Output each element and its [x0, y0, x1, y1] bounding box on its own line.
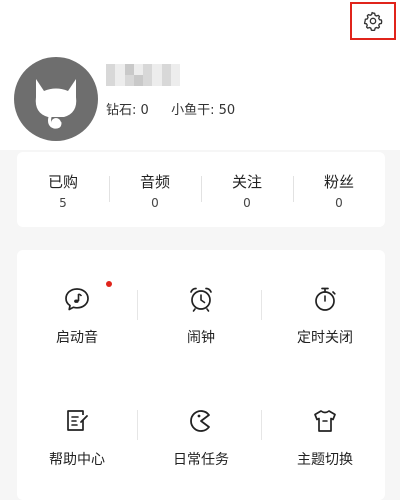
notification-dot	[106, 281, 112, 287]
diamond-value: 0	[140, 103, 149, 118]
timer-icon	[315, 287, 336, 311]
count-label: 粉丝	[323, 173, 354, 191]
tool-label: 定时关闭	[297, 330, 353, 346]
username-pixelated	[106, 64, 180, 86]
avatar[interactable]	[14, 57, 98, 141]
tool-label: 启动音	[56, 330, 98, 346]
counts-card: 已购 5 音频 0 关注 0 粉丝 0	[17, 152, 385, 227]
count-label: 已购	[47, 173, 78, 191]
tool-startup-sound[interactable]: 启动音	[17, 283, 137, 383]
count-fans[interactable]: 粉丝 0	[293, 152, 385, 227]
tools-grid: 启动音 闹钟 定时关闭 帮助中心 日常任务 主题切换	[17, 250, 385, 500]
count-label: 音频	[139, 173, 170, 191]
tool-label: 日常任务	[173, 452, 229, 468]
tool-help-center[interactable]: 帮助中心	[17, 405, 137, 500]
tool-alarm[interactable]: 闹钟	[141, 283, 261, 383]
count-label: 关注	[231, 173, 262, 191]
tool-label: 帮助中心	[49, 452, 105, 468]
help-document-icon	[67, 410, 88, 431]
music-bubble-icon	[65, 288, 89, 311]
count-value: 0	[151, 196, 159, 210]
pacman-icon	[190, 410, 210, 432]
fish-value: 50	[218, 103, 236, 118]
wallet-stats: 钻石: 0 小鱼干: 50	[106, 99, 235, 118]
tool-theme-switch[interactable]: 主题切换	[265, 405, 385, 500]
tool-sleep-timer[interactable]: 定时关闭	[265, 283, 385, 383]
profile-header: 钻石: 0 小鱼干: 50	[0, 0, 400, 150]
alarm-clock-icon	[190, 287, 212, 312]
tool-daily-tasks[interactable]: 日常任务	[141, 405, 261, 500]
tool-label: 闹钟	[187, 330, 215, 346]
count-following[interactable]: 关注 0	[201, 152, 293, 227]
count-value: 0	[335, 196, 343, 210]
count-value: 5	[59, 196, 67, 210]
settings-button[interactable]	[350, 2, 396, 40]
gear-icon	[363, 11, 383, 31]
count-value: 0	[243, 196, 251, 210]
tool-label: 主题切换	[297, 452, 353, 468]
count-purchased[interactable]: 已购 5	[17, 152, 109, 227]
fish-label: 小鱼干:	[171, 103, 215, 118]
cat-avatar-icon	[35, 79, 77, 129]
tshirt-icon	[314, 410, 336, 432]
diamond-label: 钻石:	[106, 103, 137, 118]
count-audio[interactable]: 音频 0	[109, 152, 201, 227]
